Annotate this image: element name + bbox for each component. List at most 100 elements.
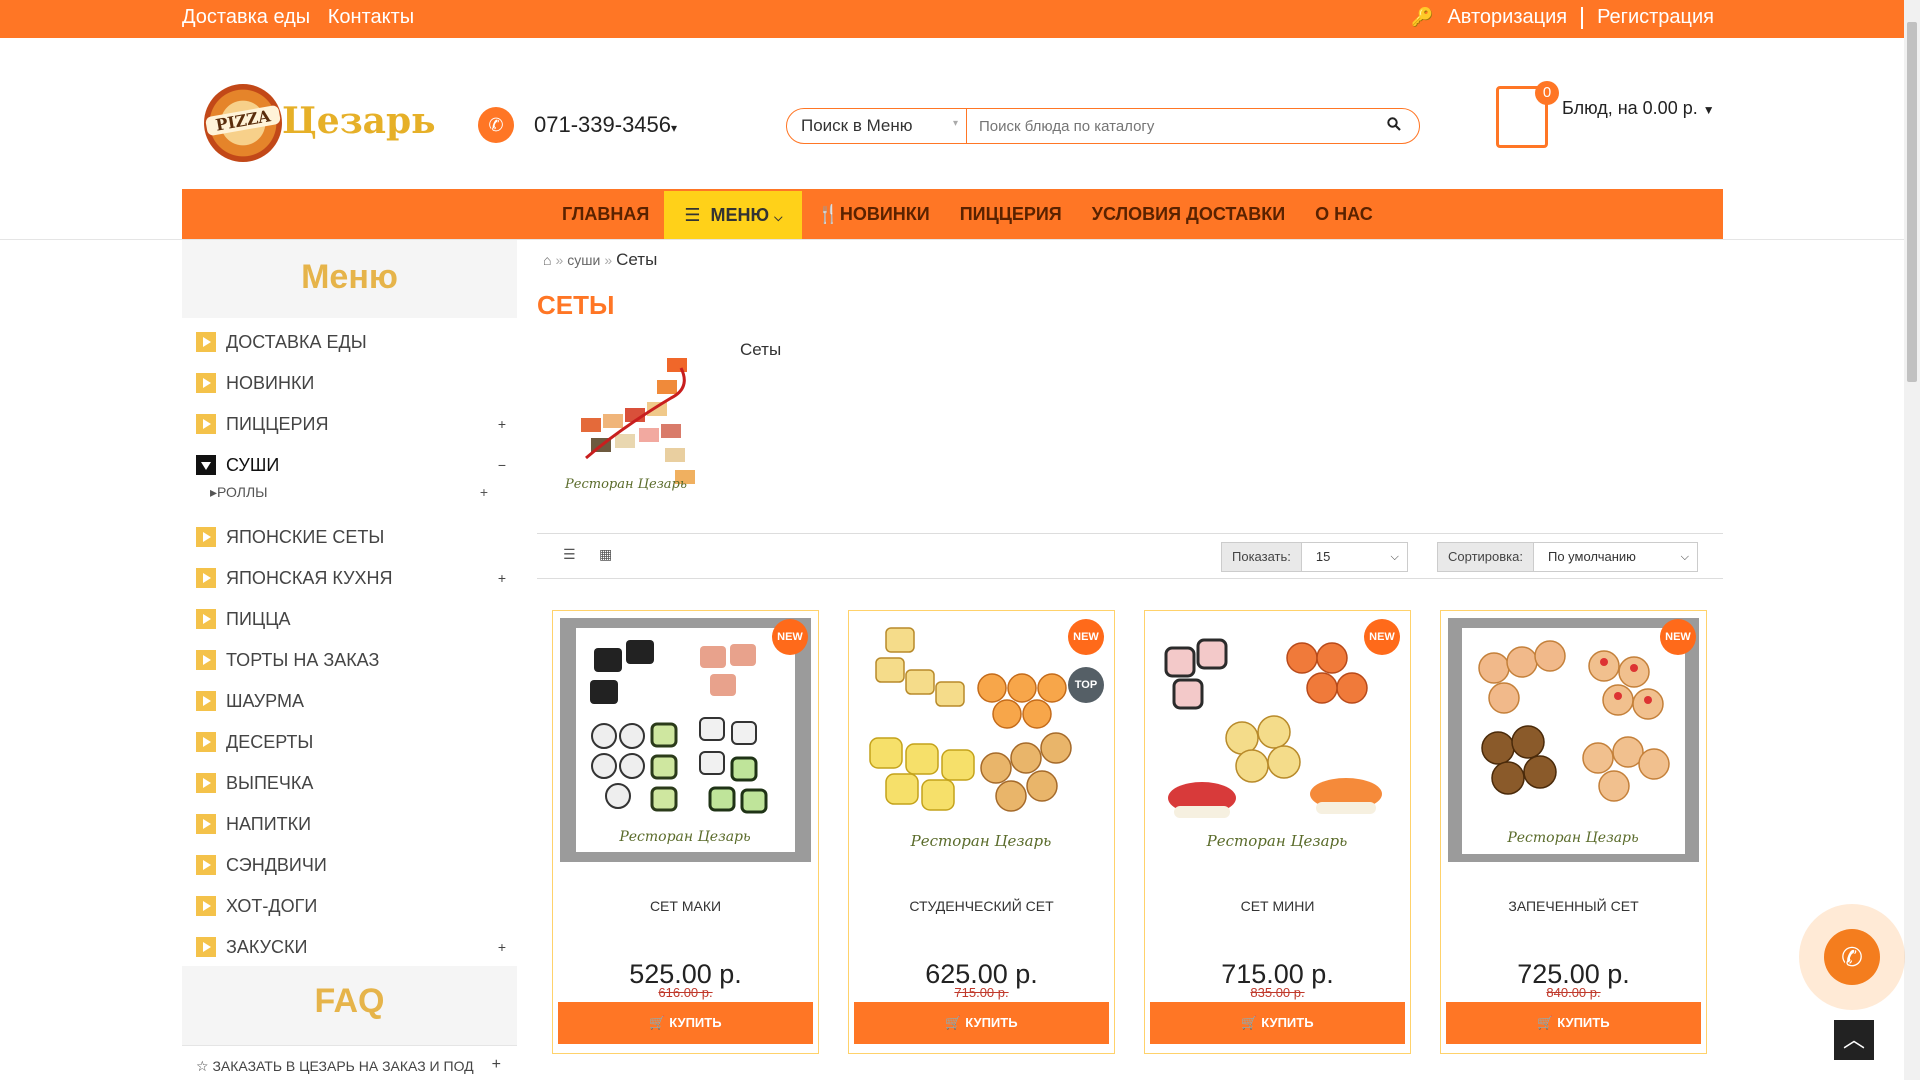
shopping-bag-icon[interactable]: 0	[1496, 81, 1559, 148]
expand-icon[interactable]: +	[498, 570, 506, 586]
home-icon[interactable]: ⌂	[543, 252, 551, 268]
sort-label: Сортировка:	[1437, 542, 1534, 572]
product-image[interactable]: Ресторан Цезарь	[1448, 618, 1699, 862]
phone-number[interactable]: 071-339-3456▾	[534, 112, 677, 138]
new-badge: NEW	[1068, 619, 1104, 655]
chevron-up-icon: ︿	[1842, 1027, 1865, 1052]
play-icon	[196, 937, 216, 957]
phone-icon: ✆	[478, 107, 514, 143]
expand-icon[interactable]: +	[480, 484, 488, 500]
sidebar-subitem-rolls[interactable]: ▸РОЛЛЫ +	[210, 484, 506, 501]
logo-badge: PIZZA	[204, 104, 282, 137]
callback-button[interactable]: ✆	[1799, 904, 1905, 1010]
buy-button[interactable]: 🛒 КУПИТЬ	[558, 1002, 813, 1044]
hamburger-icon: ☰	[684, 205, 701, 225]
category-description: Сеты	[740, 340, 782, 359]
expand-icon[interactable]: +	[498, 416, 506, 432]
nav-about[interactable]: О НАС	[1300, 189, 1388, 239]
expand-icon[interactable]: +	[498, 939, 506, 955]
product-card[interactable]: Ресторан Цезарь NEW СЕТ МАКИ 525.00 р. 6…	[552, 610, 819, 1054]
sidebar-item-delivery[interactable]: ДОСТАВКА ЕДЫ	[196, 329, 506, 355]
search-input[interactable]	[967, 109, 1369, 143]
nav-delivery-terms[interactable]: УСЛОВИЯ ДОСТАВКИ	[1077, 189, 1300, 239]
cart-summary[interactable]: Блюд, на 0.00 р. ▼	[1562, 98, 1715, 119]
sort-select[interactable]: По умолчанию ⌵	[1533, 542, 1698, 572]
sort-control: Сортировка: По умолчанию ⌵	[1437, 542, 1698, 572]
sidebar: Меню ДОСТАВКА ЕДЫ НОВИНКИ ПИЦЦЕРИЯ + СУШИ…	[182, 240, 517, 1080]
show-label: Показать:	[1221, 542, 1302, 572]
buy-button[interactable]: 🛒 КУПИТЬ	[854, 1002, 1109, 1044]
sidebar-item-cakes[interactable]: ТОРТЫ НА ЗАКАЗ	[196, 647, 506, 673]
delivery-link[interactable]: Доставка еды	[182, 6, 310, 28]
sidebar-item-drinks[interactable]: НАПИТКИ	[196, 811, 506, 837]
product-image-caption: Ресторан Цезарь	[910, 832, 1052, 850]
product-card[interactable]: Ресторан Цезарь NEW ЗАПЕЧЕННЫЙ СЕТ 725.0…	[1440, 610, 1707, 1054]
sidebar-item-shawarma[interactable]: ШАУРМА	[196, 688, 506, 714]
buy-button[interactable]: 🛒 КУПИТЬ	[1446, 1002, 1701, 1044]
product-image-caption: Ресторан Цезарь	[1206, 832, 1348, 850]
product-card[interactable]: Ресторан Цезарь NEW TOP СТУДЕНЧЕСКИЙ СЕТ…	[848, 610, 1115, 1054]
faq-item[interactable]: ☆ ЗАКАЗАТЬ В ЦЕЗАРЬ НА ЗАКАЗ И ПОД +	[182, 1045, 517, 1080]
collapse-icon[interactable]: −	[498, 457, 506, 473]
sidebar-item-snacks[interactable]: ЗАКУСКИ +	[196, 934, 506, 960]
product-image[interactable]: Ресторан Цезарь	[560, 618, 811, 862]
scrollbar-thumb[interactable]	[1907, 22, 1917, 382]
show-count: Показать: 15 ⌵	[1221, 542, 1408, 572]
play-icon	[196, 691, 216, 711]
nav-menu[interactable]: ☰ МЕНЮ ⌵	[664, 191, 803, 239]
breadcrumb-sushi[interactable]: суши	[567, 252, 600, 268]
sidebar-item-sushi[interactable]: СУШИ −	[196, 452, 506, 478]
key-icon: 🔑	[1411, 7, 1434, 27]
play-icon	[196, 373, 216, 393]
product-card[interactable]: Ресторан Цезарь NEW СЕТ МИНИ 715.00 р. 8…	[1144, 610, 1411, 1054]
cart-icon: 🛒	[649, 1015, 666, 1030]
new-badge: NEW	[1660, 619, 1696, 655]
play-icon	[196, 332, 216, 352]
contacts-link[interactable]: Контакты	[328, 6, 414, 28]
login-link[interactable]: Авторизация	[1447, 6, 1567, 29]
sidebar-item-hotdogs[interactable]: ХОТ-ДОГИ	[196, 893, 506, 919]
nav-pizzeria[interactable]: ПИЦЦЕРИЯ	[945, 189, 1077, 239]
expand-icon[interactable]: +	[492, 1056, 501, 1074]
nav-new[interactable]: 🍴НОВИНКИ	[802, 189, 944, 239]
cart[interactable]: 0 Блюд, на 0.00 р. ▼	[1496, 81, 1715, 148]
nav-home[interactable]: ГЛАВНАЯ	[547, 189, 664, 239]
search-category-select[interactable]: Поиск в Меню ▾	[787, 109, 967, 143]
phone-block[interactable]: ✆ 071-339-3456▾	[478, 107, 677, 143]
play-icon	[196, 773, 216, 793]
top-bar: Доставка еды Контакты 🔑 Авторизация Реги…	[0, 0, 1904, 38]
new-badge: NEW	[1364, 619, 1400, 655]
scroll-to-top-button[interactable]: ︿	[1834, 1020, 1874, 1060]
product-image[interactable]: Ресторан Цезарь	[1152, 618, 1403, 862]
product-name[interactable]: СТУДЕНЧЕСКИЙ СЕТ	[849, 898, 1114, 914]
caret-down-icon	[196, 455, 216, 475]
register-link[interactable]: Регистрация	[1597, 6, 1714, 29]
product-name[interactable]: СЕТ МАКИ	[553, 898, 818, 914]
image-caption: Ресторан Цезарь	[564, 477, 687, 492]
sidebar-item-pastry[interactable]: ВЫПЕЧКА	[196, 770, 506, 796]
search-icon[interactable]	[1369, 109, 1419, 143]
new-badge: NEW	[772, 619, 808, 655]
page-scrollbar[interactable]	[1904, 0, 1920, 1080]
breadcrumb: ⌂» суши» Сеты	[543, 250, 658, 269]
sidebar-item-pizzeria[interactable]: ПИЦЦЕРИЯ +	[196, 411, 506, 437]
buy-button[interactable]: 🛒 КУПИТЬ	[1150, 1002, 1405, 1044]
grid-view-icon[interactable]: ▦	[599, 546, 612, 563]
sidebar-item-japanese-kitchen[interactable]: ЯПОНСКАЯ КУХНЯ +	[196, 565, 506, 591]
search-bar: Поиск в Меню ▾	[786, 108, 1420, 144]
sidebar-item-japanese-sets[interactable]: ЯПОНСКИЕ СЕТЫ	[196, 524, 506, 550]
sidebar-item-pizza[interactable]: ПИЦЦА	[196, 606, 506, 632]
product-name[interactable]: ЗАПЕЧЕННЫЙ СЕТ	[1441, 898, 1706, 914]
list-view-icon[interactable]: ☰	[563, 546, 576, 563]
play-icon	[196, 896, 216, 916]
sidebar-item-sandwiches[interactable]: СЭНДВИЧИ	[196, 852, 506, 878]
site-logo[interactable]: PIZZA Цезарь	[204, 84, 436, 164]
sidebar-item-desserts[interactable]: ДЕСЕРТЫ	[196, 729, 506, 755]
product-name[interactable]: СЕТ МИНИ	[1145, 898, 1410, 914]
show-select[interactable]: 15 ⌵	[1301, 542, 1408, 572]
sidebar-menu: ДОСТАВКА ЕДЫ НОВИНКИ ПИЦЦЕРИЯ + СУШИ − ▸РО…	[182, 318, 517, 966]
cart-count-badge: 0	[1535, 81, 1559, 105]
product-image[interactable]: Ресторан Цезарь	[856, 618, 1107, 862]
sidebar-item-new[interactable]: НОВИНКИ	[196, 370, 506, 396]
category-image: Ресторан Цезарь	[541, 338, 711, 508]
